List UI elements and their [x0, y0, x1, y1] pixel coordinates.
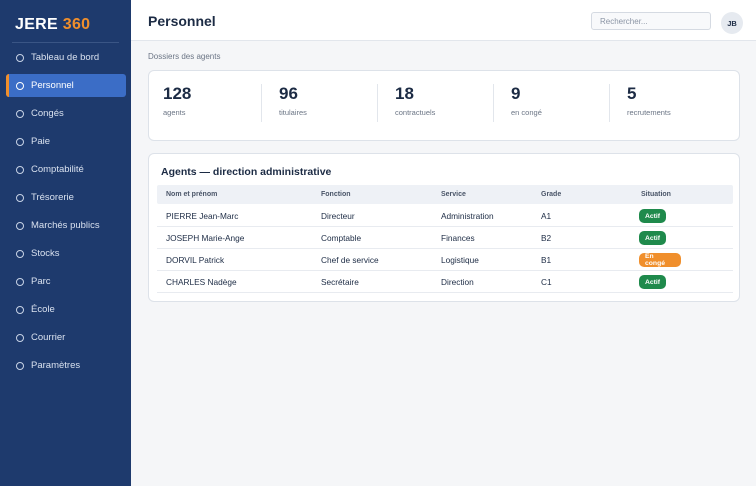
circle-icon — [16, 137, 24, 146]
sidebar-item-label: Parc — [31, 276, 51, 287]
brand-divider — [12, 42, 119, 43]
column-header-grade[interactable]: Grade — [541, 191, 561, 198]
sidebar-item-parametres[interactable]: Paramètres — [6, 354, 126, 377]
sidebar-item-personnel[interactable]: Personnel — [6, 74, 126, 97]
brand-number: 360 — [62, 16, 91, 33]
circle-icon — [16, 305, 24, 314]
sidebar-item-tresorerie[interactable]: Trésorerie — [6, 186, 126, 209]
status-badge: En congé — [639, 253, 681, 267]
column-header-service[interactable]: Service — [441, 191, 466, 198]
sidebar-item-label: Courrier — [31, 332, 66, 343]
cell-grade: B2 — [541, 233, 552, 243]
cell-grade: B1 — [541, 255, 552, 265]
sidebar-item-label: Trésorerie — [31, 192, 74, 203]
sidebar-item-conges[interactable]: Congés — [6, 102, 126, 125]
circle-icon — [16, 81, 24, 90]
circle-icon — [16, 109, 24, 118]
stat-value: 5 — [627, 84, 637, 103]
circle-icon — [16, 333, 24, 342]
column-header-function[interactable]: Fonction — [321, 191, 351, 198]
sidebar-item-label: École — [31, 304, 55, 315]
stat-recrutements: 5 recrutements — [627, 84, 671, 130]
table-row[interactable]: PIERRE Jean-Marc Directeur Administratio… — [157, 205, 733, 227]
user-avatar[interactable]: JB — [721, 12, 743, 34]
circle-icon — [16, 165, 24, 174]
sidebar-item-label: Marchés publics — [31, 220, 100, 231]
top-header: Personnel JB — [131, 0, 756, 41]
sidebar-item-parc[interactable]: Parc — [6, 270, 126, 293]
status-badge: Actif — [639, 275, 666, 289]
stat-value: 96 — [279, 84, 298, 103]
cell-grade: C1 — [541, 277, 552, 287]
cell-name: DORVIL Patrick — [166, 255, 225, 265]
sidebar-item-tableau-de-bord[interactable]: Tableau de bord — [6, 46, 126, 69]
sidebar-item-label: Stocks — [31, 248, 60, 259]
column-header-status[interactable]: Situation — [641, 191, 671, 198]
stat-en-conge: 9 en congé — [511, 84, 542, 130]
stat-divider — [609, 84, 610, 122]
sidebar-item-courrier[interactable]: Courrier — [6, 326, 126, 349]
column-header-name[interactable]: Nom et prénom — [166, 191, 217, 198]
stat-divider — [493, 84, 494, 122]
stat-caption: agents — [163, 108, 186, 117]
sidebar-item-label: Paie — [31, 136, 51, 147]
cell-service: Logistique — [441, 255, 479, 265]
stat-value: 18 — [395, 84, 414, 103]
stat-divider — [377, 84, 378, 122]
cell-function: Directeur — [321, 211, 355, 221]
cell-function: Secrétaire — [321, 277, 359, 287]
sidebar-item-ecole[interactable]: École — [6, 298, 126, 321]
sidebar-item-label: Comptabilité — [31, 164, 84, 175]
page-title: Personnel — [148, 13, 216, 29]
agents-table-card: Agents — direction administrative Nom et… — [148, 153, 740, 302]
stat-caption: titulaires — [279, 108, 307, 117]
table-title: Agents — direction administrative — [161, 166, 332, 178]
section-subtitle: Dossiers des agents — [148, 52, 221, 61]
stat-contractuels: 18 contractuels — [395, 84, 435, 130]
sidebar-item-comptabilite[interactable]: Comptabilité — [6, 158, 126, 181]
sidebar-item-marches-publics[interactable]: Marchés publics — [6, 214, 126, 237]
table-row[interactable]: CHARLES Nadège Secrétaire Direction C1 A… — [157, 271, 733, 293]
status-badge: Actif — [639, 231, 666, 245]
stat-caption: en congé — [511, 108, 542, 117]
circle-icon — [16, 361, 24, 370]
cell-function: Comptable — [321, 233, 362, 243]
cell-name: PIERRE Jean-Marc — [166, 211, 239, 221]
table-header: Nom et prénom Fonction Service Grade Sit… — [157, 185, 733, 204]
stat-value: 128 — [163, 84, 192, 103]
stat-agents: 128 agents — [163, 84, 191, 130]
table-row[interactable]: JOSEPH Marie-Ange Comptable Finances B2 … — [157, 227, 733, 249]
stat-caption: recrutements — [627, 108, 671, 117]
sidebar-item-paie[interactable]: Paie — [6, 130, 126, 153]
search-input[interactable] — [591, 12, 711, 30]
stat-caption: contractuels — [395, 108, 436, 117]
circle-icon — [16, 221, 24, 230]
stat-divider — [261, 84, 262, 122]
circle-icon — [16, 277, 24, 286]
brand-logo[interactable]: JERE 360 — [15, 16, 90, 34]
circle-icon — [16, 249, 24, 258]
cell-grade: A1 — [541, 211, 552, 221]
sidebar-item-label: Tableau de bord — [31, 52, 100, 63]
cell-service: Administration — [441, 211, 494, 221]
circle-icon — [16, 53, 24, 62]
cell-name: CHARLES Nadège — [166, 277, 237, 287]
cell-service: Finances — [441, 233, 475, 243]
circle-icon — [16, 193, 24, 202]
stat-value: 9 — [511, 84, 521, 103]
cell-service: Direction — [441, 277, 474, 287]
sidebar-item-label: Paramètres — [31, 360, 81, 371]
sidebar-item-stocks[interactable]: Stocks — [6, 242, 126, 265]
table-row[interactable]: DORVIL Patrick Chef de service Logistiqu… — [157, 249, 733, 271]
sidebar-item-label: Congés — [31, 108, 64, 119]
stats-card: 128 agents 96 titulaires 18 contractuels… — [148, 70, 740, 141]
sidebar-nav: Tableau de bord Personnel Congés Paie Co… — [6, 46, 126, 382]
cell-function: Chef de service — [321, 255, 379, 265]
stat-titulaires: 96 titulaires — [279, 84, 307, 130]
cell-name: JOSEPH Marie-Ange — [166, 233, 245, 243]
sidebar: JERE 360 Tableau de bord Personnel Congé… — [0, 0, 131, 486]
brand-name: JERE — [15, 16, 58, 33]
status-badge: Actif — [639, 209, 666, 223]
sidebar-item-label: Personnel — [31, 80, 74, 91]
